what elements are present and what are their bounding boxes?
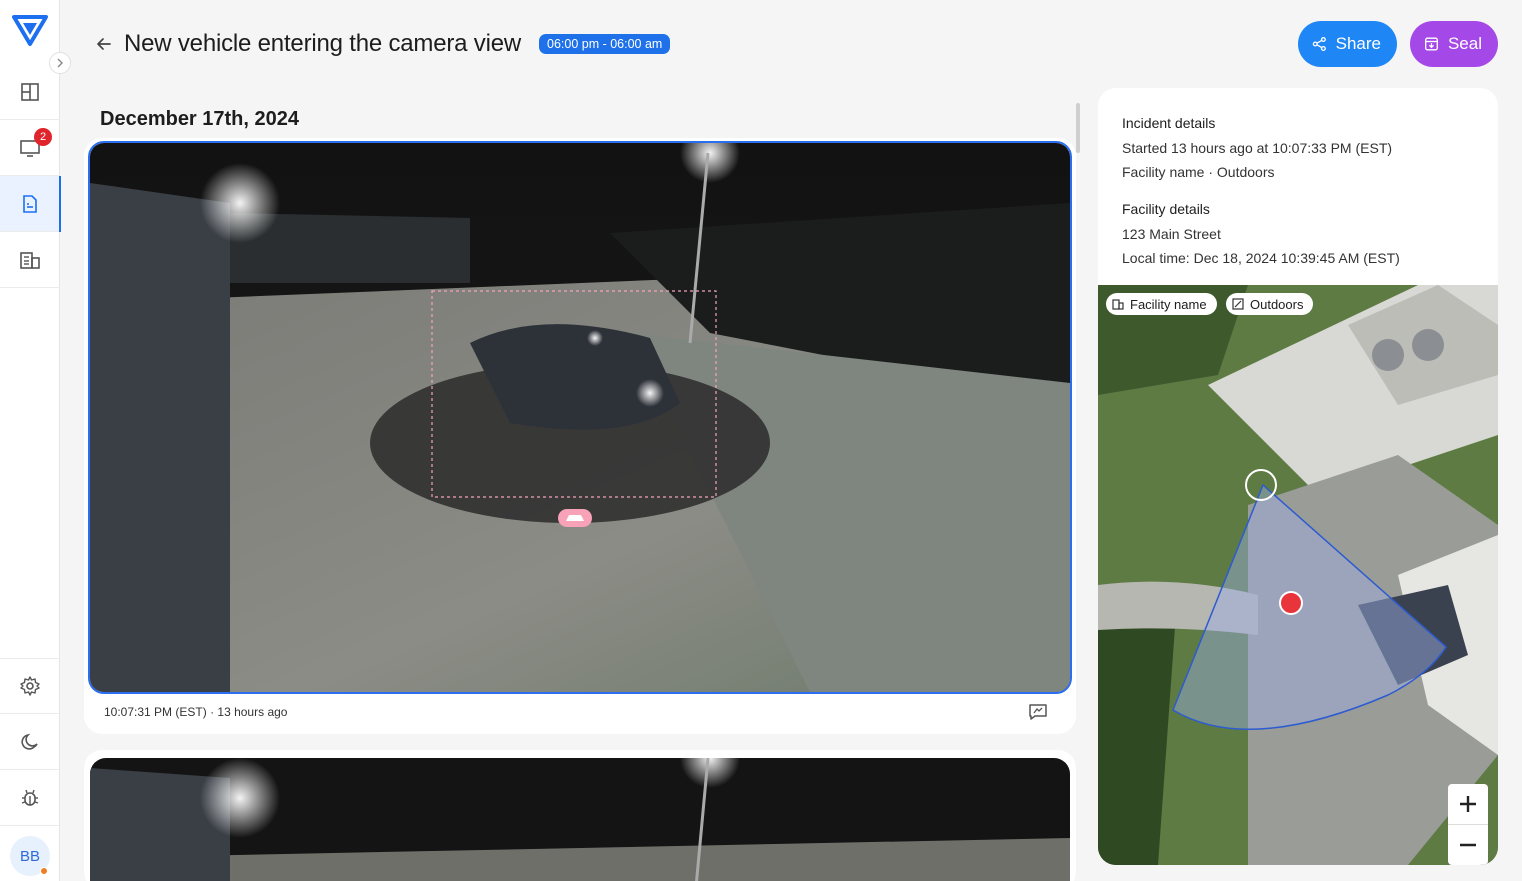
zone-chip[interactable]: Outdoors bbox=[1226, 293, 1314, 315]
facility-details-title: Facility details bbox=[1122, 201, 1210, 217]
notification-badge: 2 bbox=[34, 128, 52, 146]
zoom-in-button[interactable] bbox=[1448, 784, 1488, 824]
share-label: Share bbox=[1335, 34, 1381, 53]
feed-scrollbar[interactable] bbox=[1076, 103, 1080, 153]
status-dot bbox=[40, 867, 48, 875]
incident-started: Started 13 hours ago at 10:07:33 PM (EST… bbox=[1122, 140, 1393, 156]
app-logo[interactable] bbox=[12, 14, 48, 48]
incident-facility: Facility name · Outdoors bbox=[1122, 164, 1275, 180]
share-button[interactable]: Share bbox=[1298, 21, 1397, 67]
map-zoom-controls bbox=[1448, 784, 1488, 865]
comment-icon[interactable] bbox=[1028, 703, 1048, 721]
sidebar-item-dark-mode[interactable] bbox=[0, 714, 60, 770]
gear-icon bbox=[20, 676, 40, 696]
facility-name-chip[interactable]: Facility name bbox=[1106, 293, 1217, 315]
zone-icon bbox=[1232, 298, 1244, 310]
feed-date-heading: December 17th, 2024 bbox=[100, 108, 300, 130]
details-panel: Incident details Started 13 hours ago at… bbox=[1098, 88, 1498, 865]
bug-icon bbox=[21, 789, 39, 806]
facility-local-time: Local time: Dec 18, 2024 10:39:45 AM (ES… bbox=[1122, 250, 1400, 266]
event-time: 10:07:31 PM (EST) bbox=[104, 705, 207, 719]
share-icon bbox=[1312, 37, 1326, 51]
seal-label: Seal bbox=[1447, 34, 1482, 53]
event-card[interactable]: 10:07:31 PM (EST) · 13 hours ago bbox=[84, 138, 1076, 734]
zone-chip-label: Outdoors bbox=[1250, 296, 1304, 312]
event-card[interactable] bbox=[84, 750, 1076, 881]
sidebar-item-facilities[interactable] bbox=[0, 232, 60, 288]
sidebar-item-dashboard[interactable] bbox=[0, 64, 60, 120]
layout-icon bbox=[21, 82, 39, 101]
moon-icon bbox=[21, 733, 38, 750]
time-range-badge: 06:00 pm - 06:00 am bbox=[539, 34, 671, 54]
facility-map[interactable] bbox=[1098, 285, 1498, 865]
document-icon bbox=[23, 194, 37, 213]
facility-chip-label: Facility name bbox=[1130, 296, 1207, 312]
sidebar: 2 BB bbox=[0, 0, 61, 881]
sidebar-item-monitors[interactable]: 2 bbox=[0, 120, 60, 176]
building-icon bbox=[1112, 299, 1124, 310]
zoom-out-button[interactable] bbox=[1448, 825, 1488, 865]
sidebar-item-debug[interactable] bbox=[0, 770, 60, 826]
camera-snapshot[interactable] bbox=[90, 758, 1070, 881]
building-icon bbox=[20, 251, 40, 269]
event-timestamp: 10:07:31 PM (EST) · 13 hours ago bbox=[104, 705, 287, 719]
sidebar-collapse-button[interactable] bbox=[49, 52, 71, 74]
seal-button[interactable]: Seal bbox=[1410, 21, 1498, 67]
plus-icon bbox=[1460, 796, 1476, 812]
event-relative-time: 13 hours ago bbox=[217, 705, 288, 719]
camera-snapshot[interactable] bbox=[88, 141, 1072, 694]
incident-details-title: Incident details bbox=[1122, 115, 1216, 131]
back-arrow-icon[interactable] bbox=[94, 34, 114, 54]
sidebar-item-incidents[interactable] bbox=[0, 176, 61, 232]
page-title: New vehicle entering the camera view bbox=[124, 30, 521, 57]
sidebar-item-settings[interactable] bbox=[0, 658, 60, 714]
facility-address: 123 Main Street bbox=[1122, 226, 1221, 242]
seal-icon bbox=[1424, 37, 1438, 51]
chevron-right-icon bbox=[57, 58, 63, 68]
minus-icon bbox=[1460, 843, 1476, 847]
